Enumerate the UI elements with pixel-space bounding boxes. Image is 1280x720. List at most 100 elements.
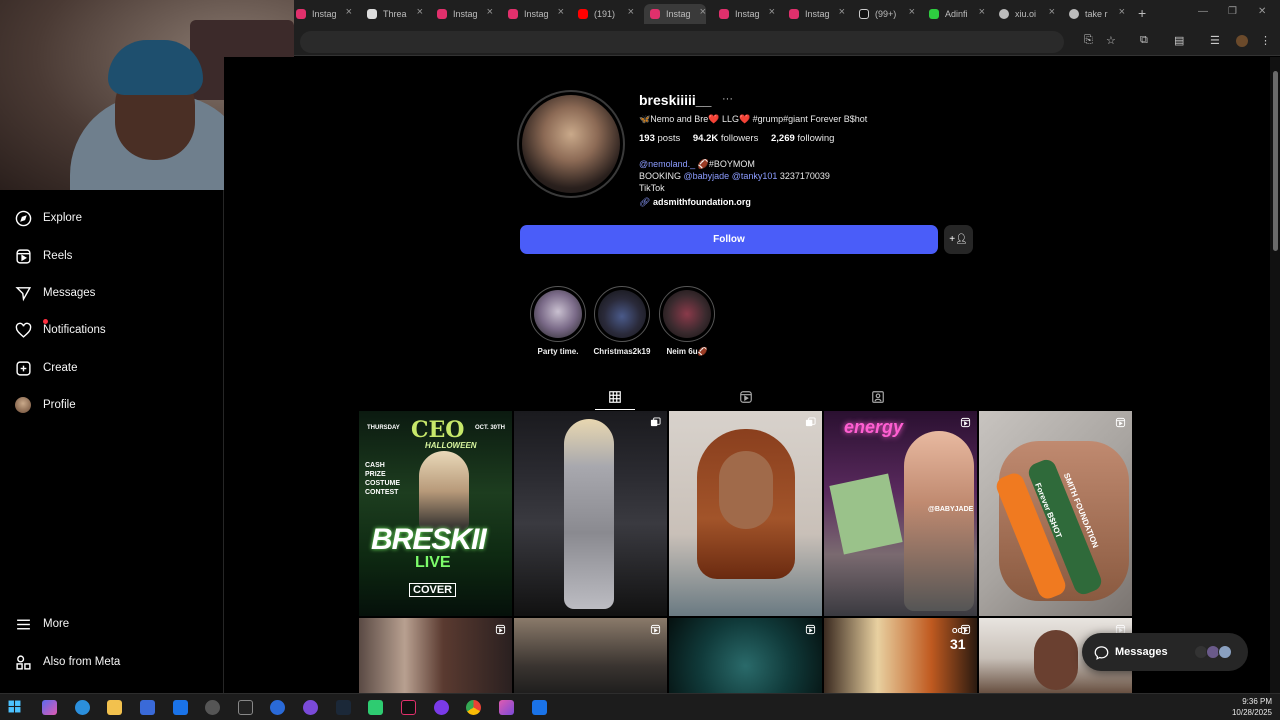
post-tile[interactable]: energy @BABYJADE [824,411,977,616]
new-tab-icon[interactable]: + [1138,5,1146,21]
story-highlight[interactable]: Party time. [529,286,587,356]
tiktok-icon[interactable] [401,700,416,715]
bio-external-link[interactable]: 🔗︎ adsmithfoundation.org [639,197,751,208]
sidebar-item-profile[interactable]: Profile [14,392,76,418]
bookmark-star-icon[interactable]: ☆ [1106,34,1116,47]
app-icon[interactable] [532,700,547,715]
minimize-icon[interactable]: — [1198,6,1208,17]
post-tile[interactable] [669,411,822,616]
media-icon[interactable]: ▤ [1174,34,1184,47]
epic-games-icon[interactable] [238,700,253,715]
browser-tab[interactable]: Instag × [296,4,352,24]
post-tile[interactable] [514,411,667,616]
store-icon[interactable] [140,700,155,715]
tab-close-icon[interactable]: × [417,6,423,18]
restore-icon[interactable]: ❐ [1228,6,1237,17]
post-tile[interactable] [359,618,512,693]
tab-close-icon[interactable]: × [979,6,985,18]
app-icon[interactable] [499,700,514,715]
post-tile[interactable]: CEO HALLOWEEN THURSDAY OCT. 30TH CASH PR… [359,411,512,616]
post-text: @BABYJADE [928,506,974,513]
tab-label: Instag [312,9,337,19]
post-tile[interactable] [514,618,667,693]
app-icon[interactable] [270,700,285,715]
app-icon[interactable] [434,700,449,715]
tab-label: Instag [453,9,478,19]
bio-mention[interactable]: @babyjade [684,171,730,181]
messages-floating-button[interactable]: Messages [1082,633,1248,671]
kebab-menu-icon[interactable]: ⋮ [1260,34,1271,47]
browser-tab[interactable]: Instag × [508,4,564,24]
browser-profile-avatar[interactable] [1236,35,1248,47]
bio-mention[interactable]: @tanky101 [732,171,778,181]
options-ellipsis-icon[interactable]: ··· [722,93,733,105]
post-tile[interactable]: OCT 31 [824,618,977,693]
story-highlight[interactable]: Neim 6u🏈 [658,286,716,356]
browser-tab[interactable]: (99+) × [859,4,915,24]
browser-tab-active[interactable]: Instag × [644,4,706,24]
suggested-accounts-button[interactable]: +👤︎ [944,225,973,254]
windows-start-icon[interactable] [8,700,21,718]
follow-button[interactable]: Follow [520,225,938,254]
sidebar-item-notifications[interactable]: Notifications [14,317,106,343]
system-clock[interactable]: 9:36 PM 10/28/2025 [1232,696,1272,718]
sidebar-item-also-from-meta[interactable]: Also from Meta [14,649,120,675]
app-icon[interactable] [205,700,220,715]
tab-reels[interactable] [726,384,766,410]
tab-close-icon[interactable]: × [1049,6,1055,18]
close-window-icon[interactable]: ✕ [1258,6,1266,17]
sidebar-item-messages[interactable]: Messages [14,280,95,306]
browser-tab[interactable]: (191) × [578,4,634,24]
browser-tab[interactable]: Instag × [789,4,845,24]
reel-icon [495,624,506,635]
profile-avatar[interactable] [517,90,625,198]
tab-close-icon[interactable]: × [487,6,493,18]
followers-stat[interactable]: 94.2K followers [693,133,759,144]
tab-close-icon[interactable]: × [769,6,775,18]
post-tile[interactable]: Forever B$HOT SMITH FOUNDATION [979,411,1132,616]
tab-close-icon[interactable]: × [909,6,915,18]
install-app-icon[interactable]: ⎘ [1084,34,1093,47]
sidebar-item-create[interactable]: Create [14,355,78,381]
tab-close-icon[interactable]: × [346,6,352,18]
tab-close-icon[interactable]: × [558,6,564,18]
extensions-icon[interactable]: ⧉ [1140,34,1148,47]
following-stat[interactable]: 2,269 following [771,133,834,144]
sidebar-item-explore[interactable]: Explore [14,205,82,231]
sidebar-item-reels[interactable]: Reels [14,243,72,269]
tab-favicon-icon [929,9,939,19]
story-highlight[interactable]: Christmas2k19 [593,286,651,356]
bio-mention[interactable]: @nemoland._ [639,159,695,169]
tab-close-icon[interactable]: × [700,6,706,18]
steam-icon[interactable] [336,700,351,715]
scrollbar[interactable] [1270,57,1280,693]
sidebar-item-more[interactable]: More [14,611,69,637]
post-tile[interactable] [669,618,822,693]
tab-close-icon[interactable]: × [628,6,634,18]
edge-icon[interactable] [75,700,90,715]
tab-tagged[interactable] [858,384,898,410]
browser-tab[interactable]: take r × [1069,4,1125,24]
clock-time: 9:36 PM [1242,697,1272,706]
outlook-icon[interactable] [173,700,188,715]
browser-tab[interactable]: Adinfi × [929,4,985,24]
copilot-icon[interactable] [42,700,57,715]
browser-tab[interactable]: Instag × [437,4,493,24]
address-bar[interactable] [300,31,1064,53]
posts-stat[interactable]: 193 posts [639,133,680,144]
browser-tab[interactable]: Threa × [367,4,423,24]
discord-icon[interactable] [303,700,318,715]
app-icon[interactable] [368,700,383,715]
reading-list-icon[interactable]: ☰ [1210,34,1220,47]
chrome-icon[interactable] [466,700,481,715]
scroll-thumb[interactable] [1273,71,1278,251]
tab-posts[interactable] [595,384,635,410]
carousel-icon [650,417,661,427]
bio-text: 🏈#BOYMOM [695,159,755,169]
tab-close-icon[interactable]: × [839,6,845,18]
browser-tab[interactable]: xiu.oi × [999,4,1055,24]
file-explorer-icon[interactable] [107,700,122,715]
browser-tab[interactable]: Instag × [719,4,775,24]
tab-label: Instag [805,9,830,19]
tab-close-icon[interactable]: × [1119,6,1125,18]
